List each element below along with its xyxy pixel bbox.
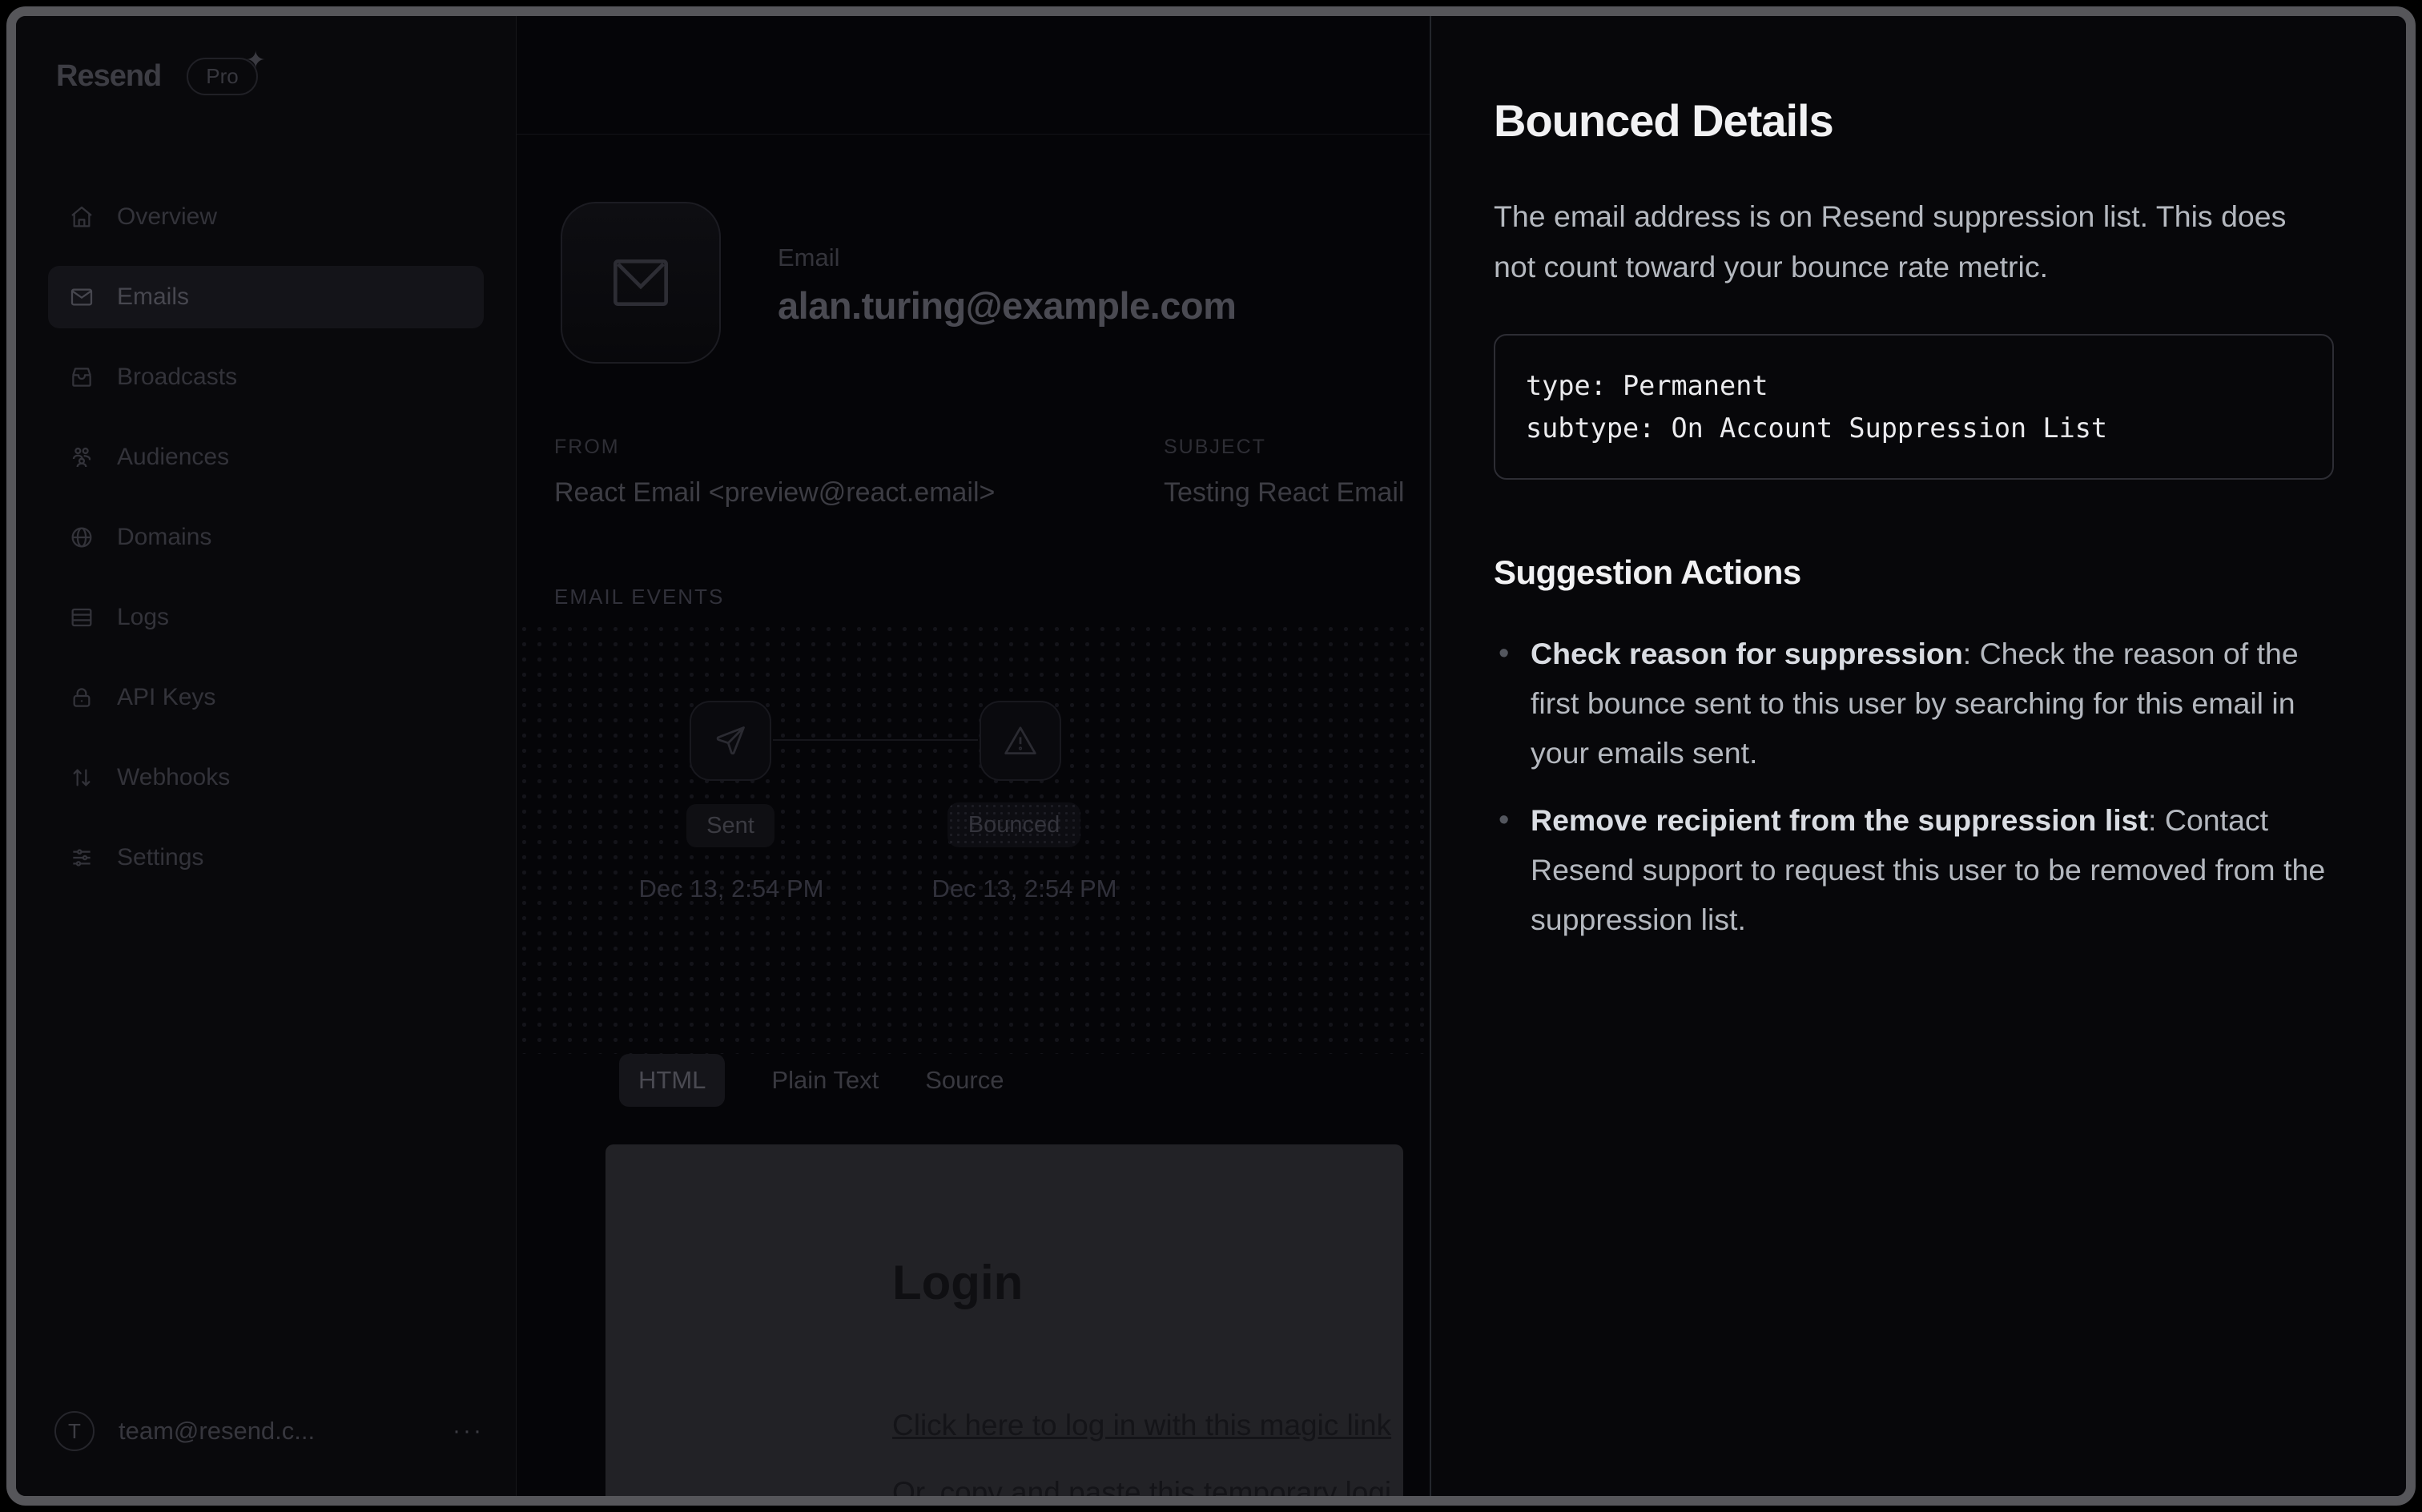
sidebar-item-label: Overview xyxy=(117,203,217,231)
sidebar-item-label: Broadcasts xyxy=(117,364,237,391)
envelope-icon xyxy=(604,251,678,315)
suggestion-item: Remove recipient from the suppression li… xyxy=(1494,795,2334,944)
suggestion-list: Check reason for suppression: Check the … xyxy=(1494,629,2334,944)
audiences-icon xyxy=(69,444,95,470)
sidebar-item-broadcasts[interactable]: Broadcasts xyxy=(48,346,484,408)
email-type-tile xyxy=(561,202,721,364)
logs-icon xyxy=(69,605,95,630)
webhooks-icon xyxy=(69,765,95,790)
send-icon xyxy=(713,723,748,758)
sidebar: Resend Pro✦ OverviewEmailsBroadcastsAudi… xyxy=(16,16,517,1496)
sliders-icon xyxy=(69,845,95,871)
preview-tabs: HTML Plain Text Source xyxy=(619,1054,1004,1107)
sidebar-item-label: Settings xyxy=(117,844,203,871)
sidebar-header: Resend Pro✦ xyxy=(56,58,258,95)
sidebar-item-settings[interactable]: Settings xyxy=(48,826,484,889)
tab-source[interactable]: Source xyxy=(925,1054,1004,1107)
subject-value: Testing React Email xyxy=(1164,477,1432,509)
recipient-address: alan.turing@example.com xyxy=(778,284,1236,328)
suggestion-item-title: Remove recipient from the suppression li… xyxy=(1531,803,2148,837)
user-account-row[interactable]: T team@resend.c... ··· xyxy=(54,1411,484,1451)
code-line: type: Permanent xyxy=(1526,364,2302,407)
main-header xyxy=(517,16,1430,135)
preview-footer-text: Or, copy and paste this temporary logi xyxy=(892,1476,1391,1506)
globe-icon xyxy=(69,525,95,550)
subject-label: SUBJECT xyxy=(1164,436,1266,459)
tab-html[interactable]: HTML xyxy=(619,1054,725,1107)
sidebar-nav: Overview Emails Broadcasts Audiences Domains… xyxy=(48,186,484,907)
sidebar-item-label: Logs xyxy=(117,604,169,631)
panel-title: Bounced Details xyxy=(1494,94,2334,147)
bounced-event-node[interactable] xyxy=(980,701,1061,781)
avatar: T xyxy=(54,1411,95,1451)
sidebar-item-label: Webhooks xyxy=(117,764,230,791)
bounce-code-block: type: Permanentsubtype: On Account Suppr… xyxy=(1494,334,2334,480)
mail-icon xyxy=(69,284,95,310)
sidebar-item-label: API Keys xyxy=(117,684,215,711)
sparkle-icon: ✦ xyxy=(246,46,266,74)
plan-badge-label: Pro xyxy=(206,64,238,88)
sent-event-pill[interactable]: Sent xyxy=(686,804,774,847)
panel-description: The email address is on Resend suppressi… xyxy=(1494,191,2307,292)
email-type-label: Email xyxy=(778,243,840,272)
sidebar-item-webhooks[interactable]: Webhooks xyxy=(48,746,484,809)
bounced-timestamp: Dec 13, 2:54 PM xyxy=(928,875,1120,903)
plan-badge[interactable]: Pro✦ xyxy=(187,58,257,95)
suggestion-actions-title: Suggestion Actions xyxy=(1494,553,2334,592)
email-events-label: EMAIL EVENTS xyxy=(554,585,724,609)
tab-plain-text[interactable]: Plain Text xyxy=(771,1054,879,1107)
bounced-event-pill[interactable]: Bounced xyxy=(947,802,1080,847)
code-line: subtype: On Account Suppression List xyxy=(1526,407,2302,449)
resend-logo[interactable]: Resend xyxy=(56,59,161,94)
suggestion-item: Check reason for suppression: Check the … xyxy=(1494,629,2334,778)
sidebar-item-api-keys[interactable]: API Keys xyxy=(48,666,484,729)
email-preview-card: Login Click here to log in with this mag… xyxy=(606,1144,1403,1506)
sidebar-item-label: Domains xyxy=(117,524,211,551)
sidebar-item-audiences[interactable]: Audiences xyxy=(48,426,484,489)
app-window: Resend Pro✦ OverviewEmailsBroadcastsAudi… xyxy=(6,6,2416,1506)
broadcasts-icon xyxy=(69,364,95,390)
suggestion-item-title: Check reason for suppression xyxy=(1531,637,1963,670)
sidebar-item-label: Audiences xyxy=(117,444,229,471)
email-events-canvas: Sent Bounced Dec 13, 2:54 PM Dec 13, 2:5… xyxy=(517,621,1430,1054)
user-email: team@resend.c... xyxy=(119,1417,315,1446)
sidebar-item-emails[interactable]: Emails xyxy=(48,266,484,328)
sent-timestamp: Dec 13, 2:54 PM xyxy=(635,875,827,903)
sent-event-node[interactable] xyxy=(690,701,771,781)
home-icon xyxy=(69,204,95,230)
sidebar-item-label: Emails xyxy=(117,284,189,311)
bounced-details-panel: Bounced Details The email address is on … xyxy=(1430,16,2406,1496)
sidebar-item-logs[interactable]: Logs xyxy=(48,586,484,649)
from-value: React Email <preview@react.email> xyxy=(554,477,995,509)
sidebar-item-domains[interactable]: Domains xyxy=(48,506,484,569)
warning-icon xyxy=(1003,723,1038,758)
ellipsis-menu-icon[interactable]: ··· xyxy=(453,1418,484,1445)
sidebar-item-overview[interactable]: Overview xyxy=(48,186,484,248)
email-detail-main: Email alan.turing@example.com FROM React… xyxy=(517,16,1430,1496)
lock-icon xyxy=(69,685,95,710)
preview-title: Login xyxy=(892,1255,1023,1310)
event-connector-line xyxy=(773,739,978,741)
from-label: FROM xyxy=(554,436,620,459)
magic-link[interactable]: Click here to log in with this magic lin… xyxy=(892,1409,1391,1442)
